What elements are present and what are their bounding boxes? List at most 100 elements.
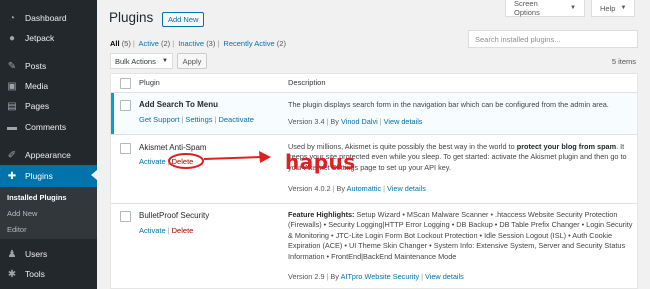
delete-link[interactable]: Delete <box>172 157 194 166</box>
select-all-checkbox[interactable] <box>120 78 131 89</box>
author-link[interactable]: Vinod Dalvi <box>341 117 378 126</box>
dashboard-icon: ◔ <box>8 12 16 24</box>
items-count: 5 items <box>611 57 636 66</box>
plugin-actions: Activate | Delete <box>139 226 194 235</box>
filter-inactive-count: (3) <box>206 39 216 48</box>
plugins-table: Plugin Description Add Search To Menu Ge… <box>110 73 638 289</box>
activate-link[interactable]: Activate <box>139 226 166 235</box>
plugin-icon: ✚ <box>7 170 17 182</box>
pages-icon: ▤ <box>7 100 17 112</box>
filter-all[interactable]: All <box>110 39 120 48</box>
delete-link[interactable]: Delete <box>172 226 194 235</box>
plugin-name: Add Search To Menu <box>139 100 218 109</box>
plugin-meta: Version 2.9 | By AITpro Website Security | V… <box>288 272 464 281</box>
plugins-submenu: Installed Plugins Add New Editor <box>0 187 97 239</box>
column-description[interactable]: Description <box>288 78 326 87</box>
settings-link[interactable]: Settings <box>185 115 212 124</box>
help-button[interactable]: Help ▼ <box>591 0 635 17</box>
filter-recent-count: (2) <box>276 39 286 48</box>
menu-posts[interactable]: ✎ Posts <box>0 56 97 76</box>
caret-down-icon: ▼ <box>162 58 168 64</box>
pin-icon: ✎ <box>7 60 17 72</box>
page-title: Plugins <box>109 10 154 25</box>
filter-active[interactable]: Active <box>138 39 158 48</box>
menu-label: Appearance <box>25 150 71 160</box>
plugin-version: Version 4.0.2 <box>288 184 331 193</box>
plugin-actions: Get Support | Settings | Deactivate <box>139 115 254 124</box>
media-icon: ▣ <box>7 80 17 92</box>
plugin-row-add-search-to-menu: Add Search To Menu Get Support | Settings |… <box>111 93 637 135</box>
plugin-checkbox[interactable] <box>120 100 131 111</box>
menu-plugins[interactable]: ✚ Plugins <box>0 165 97 187</box>
brush-icon: ✐ <box>7 149 17 161</box>
plugin-description: Feature Highlights: Setup Wizard • MScan… <box>288 210 633 262</box>
menu-users[interactable]: ♟ Users <box>0 244 97 264</box>
menu-label: Users <box>25 249 48 259</box>
plugin-name: Akismet Anti-Spam <box>139 143 207 152</box>
description-bold: protect your blog from spam <box>516 142 617 151</box>
view-details-link[interactable]: View details <box>387 184 426 193</box>
filter-active-count: (2) <box>161 39 171 48</box>
author-link[interactable]: AITpro Website Security <box>341 272 420 281</box>
plugin-status-filters: All (5) | Active (2) | Inactive (3) | Recen… <box>110 39 286 48</box>
plugin-meta: Version 4.0.2 | By Automattic | View details <box>288 184 426 193</box>
annotation-text: hapus <box>285 150 356 174</box>
filter-inactive[interactable]: Inactive <box>178 39 204 48</box>
menu-appearance[interactable]: ✐ Appearance <box>0 145 97 165</box>
screen-options-button[interactable]: Screen Options ▼ <box>505 0 585 17</box>
by-label: By <box>336 184 346 193</box>
submenu-installed-plugins[interactable]: Installed Plugins <box>7 193 67 202</box>
menu-comments[interactable]: ▬ Comments <box>0 117 97 137</box>
jetpack-icon: ● <box>8 32 16 44</box>
plugin-checkbox[interactable] <box>120 211 131 222</box>
menu-label: Media <box>25 81 49 91</box>
help-label: Help <box>600 3 616 13</box>
by-label: By <box>330 272 339 281</box>
screen-options-label: Screen Options <box>514 0 540 17</box>
plugin-version: Version 3.4 <box>288 117 325 126</box>
author-link[interactable]: Automattic <box>347 184 381 193</box>
plugin-row-akismet: Akismet Anti-Spam Activate | Delete Used b… <box>111 135 637 204</box>
menu-tools[interactable]: ✱ Tools <box>0 264 97 284</box>
submenu-add-new[interactable]: Add New <box>7 209 37 218</box>
get-support-link[interactable]: Get Support <box>139 115 179 124</box>
table-header: Plugin Description <box>111 74 637 93</box>
menu-label: Dashboard <box>25 13 67 23</box>
plugin-checkbox[interactable] <box>120 143 131 154</box>
menu-pages[interactable]: ▤ Pages <box>0 96 97 116</box>
users-icon: ♟ <box>7 248 17 260</box>
menu-media[interactable]: ▣ Media <box>0 76 97 96</box>
plugin-row-bulletproof-security: BulletProof Security Activate | Delete Fea… <box>111 204 637 288</box>
apply-button[interactable]: Apply <box>177 53 207 69</box>
admin-sidebar: ◔ Dashboard ● Jetpack ✎ Posts ▣ Media ▤ Pages… <box>0 0 97 289</box>
caret-down-icon: ▼ <box>570 5 576 11</box>
menu-label: Jetpack <box>25 33 55 43</box>
column-plugin[interactable]: Plugin <box>139 78 160 87</box>
plugin-actions: Activate | Delete <box>139 157 194 166</box>
filter-all-count: (5) <box>121 39 131 48</box>
menu-dashboard[interactable]: ◔ Dashboard <box>0 8 97 28</box>
view-details-link[interactable]: View details <box>384 117 423 126</box>
plugin-version: Version 2.9 <box>288 272 325 281</box>
bulk-actions-label: Bulk Actions <box>115 56 156 66</box>
search-plugins-input[interactable] <box>468 30 638 48</box>
bulk-actions-select[interactable]: Bulk Actions ▼ <box>110 53 173 69</box>
view-details-link[interactable]: View details <box>425 272 464 281</box>
plugin-description: The plugin displays search form in the n… <box>288 100 609 109</box>
by-label: By <box>330 117 339 126</box>
menu-label: Comments <box>25 122 67 132</box>
menu-label: Pages <box>25 101 50 111</box>
comment-icon: ▬ <box>7 121 17 133</box>
menu-label: Posts <box>25 61 47 71</box>
add-new-button[interactable]: Add New <box>162 12 205 27</box>
menu-label: Tools <box>25 269 45 279</box>
activate-link[interactable]: Activate <box>139 157 166 166</box>
filter-recently-active[interactable]: Recently Active <box>223 39 274 48</box>
plugin-name: BulletProof Security <box>139 211 210 220</box>
menu-jetpack[interactable]: ● Jetpack <box>0 28 97 48</box>
menu-label: Plugins <box>25 171 53 181</box>
wrench-icon: ✱ <box>7 268 17 280</box>
caret-down-icon: ▼ <box>620 5 627 11</box>
deactivate-link[interactable]: Deactivate <box>218 115 253 124</box>
submenu-editor[interactable]: Editor <box>7 225 27 234</box>
